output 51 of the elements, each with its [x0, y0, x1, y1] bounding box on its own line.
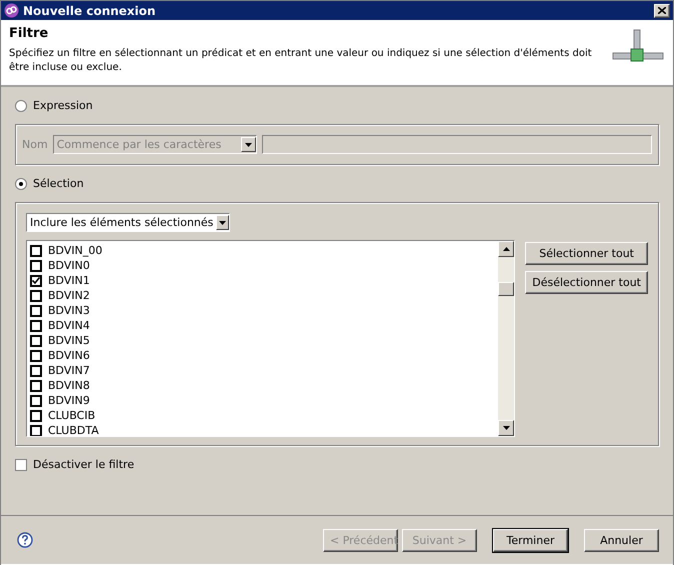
checkbox[interactable]: [30, 394, 42, 406]
checkbox[interactable]: [30, 350, 42, 362]
caret-down-icon: [244, 142, 252, 146]
list-action-button[interactable]: Sélectionner tout: [525, 242, 648, 265]
radio-label[interactable]: Expression: [33, 99, 93, 112]
checkbox[interactable]: [30, 260, 42, 272]
list-item-label[interactable]: BDVIN1: [48, 274, 90, 287]
list-item-label[interactable]: BDVIN2: [48, 289, 90, 302]
checkbox[interactable]: [30, 244, 42, 256]
list-item-label[interactable]: BDVIN_00: [48, 244, 102, 257]
checkbox[interactable]: [30, 334, 42, 346]
scrollbar[interactable]: [498, 241, 514, 436]
checkbox[interactable]: [30, 364, 42, 376]
radio-label[interactable]: Sélection: [33, 177, 84, 190]
app-icon: [4, 3, 19, 18]
caret-up-icon: [502, 247, 510, 251]
list-item-label[interactable]: BDVIN5: [48, 334, 90, 347]
include-dropdown[interactable]: Inclure les éléments sélectionnés: [26, 213, 230, 232]
checkbox[interactable]: [30, 290, 42, 302]
list-item-label[interactable]: BDVIN9: [48, 394, 90, 407]
window-title: Nouvelle connexion: [23, 4, 157, 18]
scrollbar-thumb[interactable]: [498, 282, 514, 296]
checkbox[interactable]: [30, 274, 42, 286]
checkbox[interactable]: [30, 304, 42, 316]
list-item-label[interactable]: BDVIN8: [48, 379, 90, 392]
list-item-label[interactable]: BDVIN4: [48, 319, 90, 332]
list-action-button[interactable]: Désélectionner tout: [525, 271, 648, 294]
caret-down-icon: [502, 426, 510, 430]
checkbox[interactable]: [30, 320, 42, 332]
list-item-label[interactable]: BDVIN0: [48, 259, 90, 272]
checkbox[interactable]: [30, 380, 42, 392]
page-title: Filtre: [9, 26, 50, 41]
name-label: Nom: [22, 138, 48, 151]
wizard-button[interactable]: Terminer: [493, 528, 568, 552]
help-icon[interactable]: [17, 532, 33, 548]
page-description: Spécifiez un filtre en sélectionnant un prédicat et en entrant une valeur ou indiquez si une sélection d'éléments doit être incluse ou exclue.: [9, 47, 593, 75]
radio-button[interactable]: [15, 178, 27, 190]
checkbox[interactable]: [30, 410, 42, 422]
list-item-label[interactable]: BDVIN7: [48, 364, 90, 377]
list-item-label[interactable]: BDVIN6: [48, 349, 90, 362]
caret-down-icon: [219, 220, 226, 224]
close-button[interactable]: [654, 4, 670, 18]
checkbox-label[interactable]: Désactiver le filtre: [33, 458, 134, 471]
list-item-label[interactable]: CLUBCIB: [48, 409, 96, 422]
checkbox[interactable]: [15, 458, 27, 470]
list-item-label[interactable]: CLUBDTA: [48, 424, 99, 436]
radio-button[interactable]: [15, 100, 27, 112]
list-item-label[interactable]: BDVIN3: [48, 304, 90, 317]
close-icon: [658, 7, 666, 14]
wizard-button[interactable]: Annuler: [584, 528, 659, 552]
checkbox[interactable]: [30, 424, 42, 436]
